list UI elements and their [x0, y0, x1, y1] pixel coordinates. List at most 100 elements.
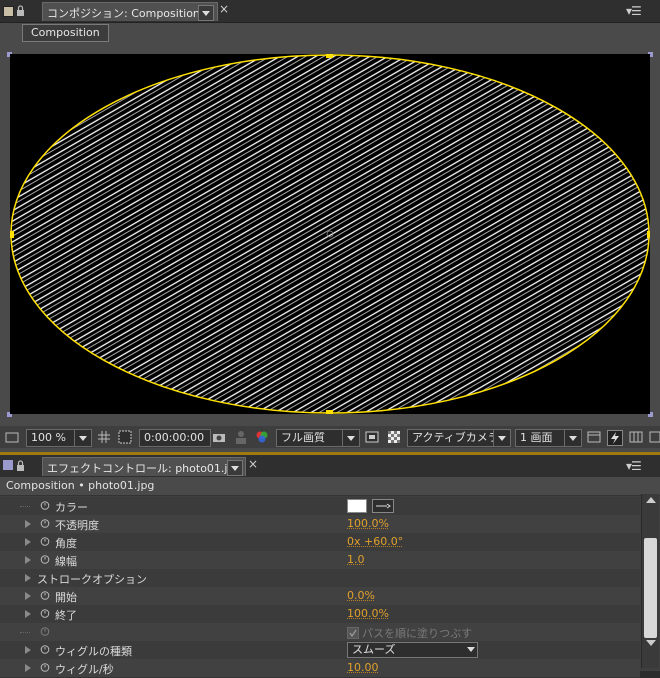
composition-navigator-button[interactable]: Composition — [22, 24, 109, 42]
property-label: 開始 — [55, 591, 77, 604]
effect-controls-layer-header: Composition • photo01.jpg — [0, 477, 660, 496]
twirl-arrow-icon[interactable] — [25, 574, 31, 582]
twirl-arrow-icon[interactable] — [25, 556, 31, 564]
active-camera-select[interactable]: アクティブカメラ — [407, 429, 497, 447]
panel-color-swatch — [3, 6, 14, 17]
flowchart-icon[interactable] — [649, 430, 660, 444]
property-value[interactable]: 100.0% — [347, 517, 389, 530]
lock-icon[interactable] — [16, 460, 25, 471]
stopwatch-icon[interactable] — [40, 500, 50, 510]
wiggle-type-select[interactable]: スムーズ — [347, 642, 478, 658]
twirl-arrow-icon[interactable] — [25, 520, 31, 528]
view-layout-select[interactable]: 1 画面 — [515, 429, 568, 447]
property-label: 線幅 — [55, 555, 77, 568]
property-row-color[interactable]: カラー — [0, 497, 640, 516]
tab-dropdown-arrow-icon[interactable] — [198, 5, 214, 21]
property-row-wiggles-per-second[interactable]: ウィグル/秒 10.00 — [0, 659, 640, 678]
mask-vertex[interactable] — [10, 231, 14, 238]
timeline-icon[interactable] — [629, 430, 643, 444]
stopwatch-icon[interactable] — [40, 662, 50, 672]
effect-controls-tab-title: エフェクトコントロール: photo01.jpg — [47, 462, 242, 475]
twirl-arrow-icon[interactable] — [25, 610, 31, 618]
composition-tab-bar: コンポジション: Composition × ▾☰ — [0, 0, 660, 23]
property-row-stroke-width[interactable]: 線幅 1.0 — [0, 551, 640, 570]
property-row-angle[interactable]: 角度 0x +60.0° — [0, 533, 640, 552]
mask-vertex[interactable] — [326, 410, 333, 414]
panel-color-swatch — [3, 460, 13, 470]
property-label: 終了 — [55, 609, 77, 622]
property-label: ウィグル/秒 — [55, 663, 114, 676]
view-layout-dropdown-icon[interactable] — [564, 429, 582, 447]
property-value[interactable]: 1.0 — [347, 553, 365, 566]
property-row-wiggle-type[interactable]: ウィグルの種類 スムーズ — [0, 641, 640, 660]
property-label: 不透明度 — [55, 519, 99, 532]
property-value[interactable]: 0x +60.0° — [347, 535, 403, 548]
scroll-up-icon[interactable] — [646, 497, 656, 503]
checkbox-label: パスを順に塗りつぶす — [362, 627, 473, 640]
mask-vertex[interactable] — [647, 231, 650, 238]
tree-connector — [20, 632, 30, 633]
scroll-thumb[interactable] — [644, 538, 657, 638]
stopwatch-icon[interactable] — [40, 590, 50, 600]
scroll-down-icon[interactable] — [646, 640, 656, 646]
mask-visibility-icon[interactable] — [118, 430, 132, 444]
mask-vertex[interactable] — [326, 54, 333, 58]
effect-controls-tab-bar: エフェクトコントロール: photo01.jpg × ▾☰ — [0, 455, 660, 478]
stopwatch-icon[interactable] — [40, 608, 50, 618]
property-group-label: ストロークオプション — [37, 573, 147, 586]
layer-path-label: Composition • photo01.jpg — [6, 479, 155, 492]
twirl-arrow-icon[interactable] — [25, 592, 31, 600]
property-row-end[interactable]: 終了 100.0% — [0, 605, 640, 624]
property-row-start[interactable]: 開始 0.0% — [0, 587, 640, 606]
property-value[interactable]: 100.0% — [347, 607, 389, 620]
panel-menu-icon[interactable]: ▾☰ — [626, 459, 642, 473]
camera-snapshot-icon[interactable] — [212, 430, 226, 444]
stopwatch-icon[interactable] — [40, 518, 50, 528]
resolution-dropdown-icon[interactable] — [342, 429, 360, 447]
resolution-select[interactable]: フル画質 — [276, 429, 346, 447]
channel-rgb-icon[interactable] — [255, 430, 269, 444]
scribble-fill — [11, 55, 649, 413]
grid-guides-icon[interactable] — [97, 430, 111, 444]
zoom-select[interactable]: 100 % — [26, 429, 76, 447]
property-row-fill-paths-sequentially[interactable]: パスを順に塗りつぶす — [0, 623, 640, 642]
close-icon[interactable]: × — [248, 457, 258, 471]
property-row-opacity[interactable]: 不透明度 100.0% — [0, 515, 640, 534]
camera-dropdown-icon[interactable] — [493, 429, 511, 447]
always-preview-icon[interactable] — [5, 430, 19, 444]
tab-composition[interactable]: コンポジション: Composition — [42, 2, 218, 21]
close-icon[interactable]: × — [219, 2, 229, 16]
zoom-dropdown-icon[interactable] — [74, 429, 92, 447]
fill-paths-checkbox[interactable] — [347, 627, 359, 639]
show-snapshot-icon[interactable] — [234, 430, 248, 444]
property-label: カラー — [55, 501, 88, 514]
eyedropper-icon[interactable] — [372, 499, 394, 513]
current-time-field[interactable]: 0:00:00:00 — [139, 429, 211, 447]
transparency-grid-icon[interactable] — [387, 430, 401, 444]
property-value[interactable]: 0.0% — [347, 589, 375, 602]
tree-connector — [20, 506, 30, 507]
composition-viewer[interactable] — [10, 54, 650, 414]
twirl-arrow-icon[interactable] — [25, 664, 31, 672]
region-of-interest-icon[interactable] — [365, 430, 379, 444]
scribble-render — [10, 54, 650, 414]
panel-menu-icon[interactable]: ▾☰ — [626, 4, 642, 18]
pixel-aspect-icon[interactable] — [587, 430, 601, 444]
select-value: スムーズ — [352, 643, 396, 656]
tab-dropdown-arrow-icon[interactable] — [227, 460, 243, 476]
stopwatch-icon[interactable] — [40, 644, 50, 654]
twirl-arrow-icon[interactable] — [25, 646, 31, 654]
lock-icon[interactable] — [16, 5, 25, 16]
chevron-down-icon — [467, 647, 475, 652]
property-label: 角度 — [55, 537, 77, 550]
stopwatch-icon[interactable] — [40, 536, 50, 546]
vertical-scrollbar[interactable] — [641, 494, 659, 668]
fast-previews-icon[interactable] — [607, 430, 623, 446]
twirl-arrow-icon[interactable] — [25, 538, 31, 546]
stopwatch-icon[interactable] — [40, 554, 50, 564]
tab-effect-controls[interactable]: エフェクトコントロール: photo01.jpg — [42, 457, 246, 476]
effect-controls-panel: エフェクトコントロール: photo01.jpg × ▾☰ Compositio… — [0, 452, 660, 678]
property-group-stroke-options[interactable]: ストロークオプション — [0, 569, 640, 588]
property-label: ウィグルの種類 — [55, 645, 132, 658]
color-swatch[interactable] — [347, 499, 367, 513]
